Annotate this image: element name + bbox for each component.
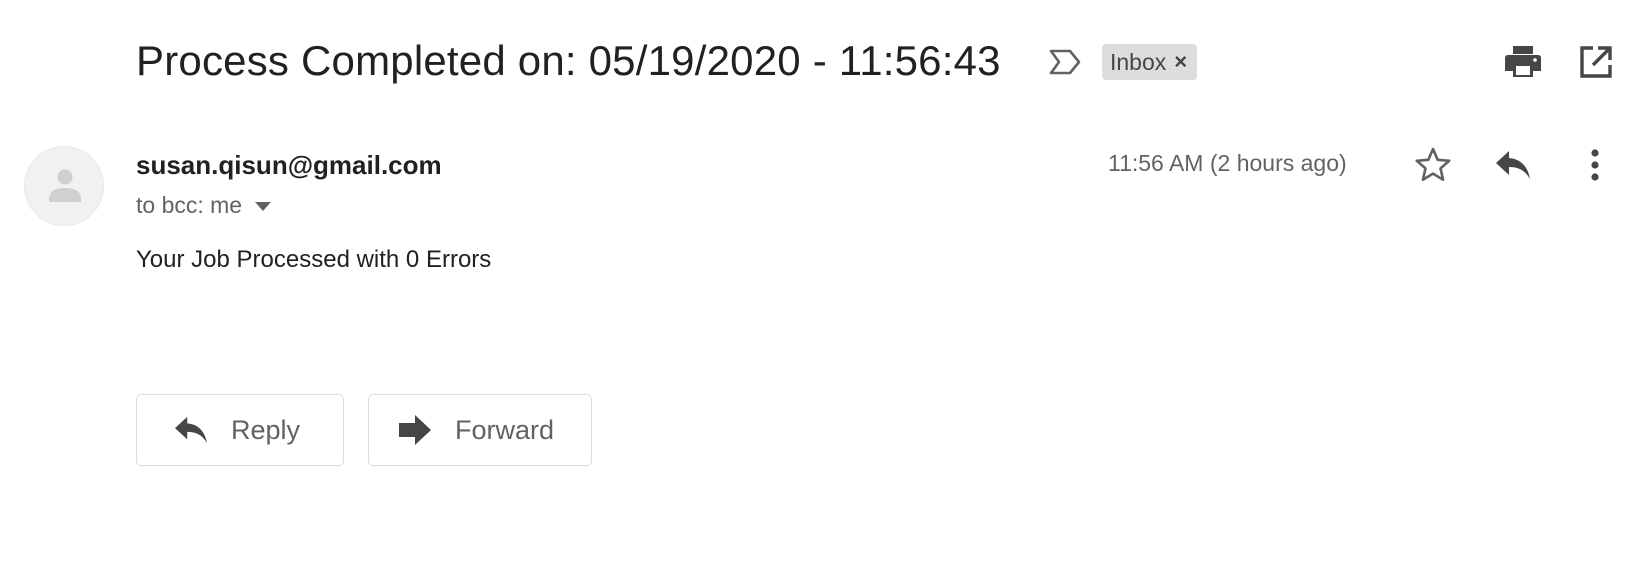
- more-options-icon[interactable]: [1580, 146, 1610, 184]
- reply-button-label: Reply: [231, 414, 301, 445]
- star-icon[interactable]: [1414, 146, 1452, 184]
- importance-marker-icon[interactable]: [1048, 48, 1082, 76]
- recipients-line: to bcc: me: [136, 192, 272, 219]
- caret-down-icon[interactable]: [254, 197, 272, 215]
- reply-icon: [175, 416, 207, 444]
- email-body: Your Job Processed with 0 Errors: [136, 246, 492, 273]
- forward-button-label: Forward: [455, 414, 555, 445]
- open-in-new-window-icon[interactable]: [1578, 44, 1614, 80]
- print-icon[interactable]: [1504, 44, 1542, 80]
- person-icon: [49, 169, 81, 202]
- email-subject: Process Completed on: 05/19/2020 - 11:56…: [136, 37, 1001, 84]
- remove-label-icon[interactable]: ×: [1174, 51, 1187, 73]
- recipients-text: to bcc: me: [136, 192, 243, 218]
- reply-button[interactable]: Reply: [136, 394, 344, 466]
- reply-icon[interactable]: [1494, 148, 1532, 182]
- email-timestamp: 11:56 AM (2 hours ago): [1108, 150, 1347, 176]
- inbox-label-chip: Inbox ×: [1102, 44, 1198, 80]
- forward-icon: [399, 415, 431, 445]
- label-chip-text: Inbox: [1110, 48, 1167, 75]
- sender-avatar[interactable]: [24, 146, 104, 226]
- sender-address[interactable]: susan.qisun@gmail.com: [136, 150, 442, 181]
- forward-button[interactable]: Forward: [368, 394, 592, 466]
